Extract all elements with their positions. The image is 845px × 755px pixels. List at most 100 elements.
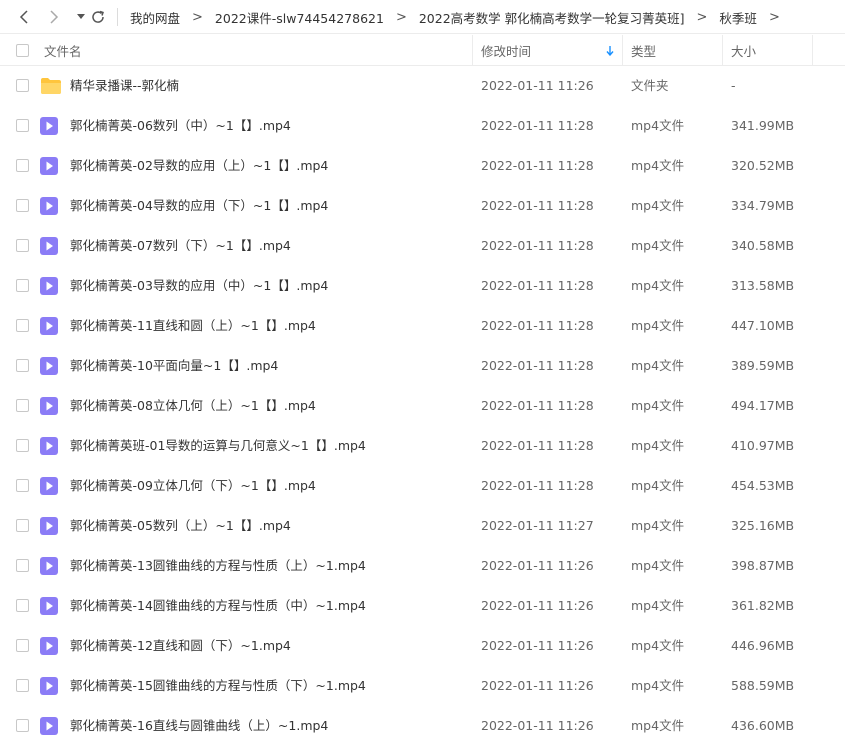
file-row[interactable]: 郭化楠菁英-05数列（上）~1【】.mp4 2022-01-11 11:27 mp4… — [0, 506, 845, 546]
file-row[interactable]: 郭化楠菁英-12直线和圆（下）~1.mp4 2022-01-11 11:26 mp4… — [0, 626, 845, 666]
file-name[interactable]: 郭化楠菁英-03导数的应用（中）~1【】.mp4 — [70, 266, 328, 306]
file-name[interactable]: 郭化楠菁英-12直线和圆（下）~1.mp4 — [70, 626, 291, 666]
video-file-icon — [40, 557, 58, 578]
file-size: 398.87MB — [731, 558, 795, 573]
breadcrumb-item-autumn-class[interactable]: 秋季班 — [719, 8, 757, 27]
refresh-button[interactable] — [87, 6, 109, 28]
file-modified-time: 2022-01-11 11:27 — [481, 518, 594, 533]
file-name[interactable]: 郭化楠菁英班-01导数的运算与几何意义~1【】.mp4 — [70, 426, 366, 466]
file-row[interactable]: 郭化楠菁英-15圆锥曲线的方程与性质（下）~1.mp4 2022-01-11 11… — [0, 666, 845, 706]
column-modified-header[interactable]: 修改时间 — [481, 35, 531, 66]
file-name[interactable]: 郭化楠菁英-13圆锥曲线的方程与性质（上）~1.mp4 — [70, 546, 366, 586]
breadcrumb-separator: > — [696, 9, 708, 25]
file-name[interactable]: 郭化楠菁英-05数列（上）~1【】.mp4 — [70, 506, 291, 546]
column-divider — [472, 35, 473, 66]
file-size: 340.58MB — [731, 238, 795, 253]
file-row[interactable]: 郭化楠菁英-06数列（中）~1【】.mp4 2022-01-11 11:28 mp4… — [0, 106, 845, 146]
file-row[interactable]: 郭化楠菁英班-01导数的运算与几何意义~1【】.mp4 2022-01-11 11… — [0, 426, 845, 466]
file-row[interactable]: 郭化楠菁英-08立体几何（上）~1【】.mp4 2022-01-11 11:28 m… — [0, 386, 845, 426]
file-name[interactable]: 郭化楠菁英-04导数的应用（下）~1【】.mp4 — [70, 186, 328, 226]
file-size: 436.60MB — [731, 718, 795, 733]
file-name[interactable]: 郭化楠菁英-15圆锥曲线的方程与性质（下）~1.mp4 — [70, 666, 366, 706]
row-checkbox[interactable] — [16, 519, 29, 532]
sort-arrow-down-icon[interactable] — [606, 35, 614, 66]
row-checkbox[interactable] — [16, 359, 29, 372]
file-row[interactable]: 郭化楠菁英-10平面向量~1【】.mp4 2022-01-11 11:28 mp4文… — [0, 346, 845, 386]
file-name[interactable]: 精华录播课--郭化楠 — [70, 66, 179, 106]
video-file-icon — [40, 597, 58, 618]
file-modified-time: 2022-01-11 11:28 — [481, 478, 594, 493]
file-size: 325.16MB — [731, 518, 795, 533]
file-modified-time: 2022-01-11 11:28 — [481, 198, 594, 213]
column-divider — [622, 35, 623, 66]
file-name[interactable]: 郭化楠菁英-14圆锥曲线的方程与性质（中）~1.mp4 — [70, 586, 366, 626]
file-modified-time: 2022-01-11 11:28 — [481, 438, 594, 453]
file-name[interactable]: 郭化楠菁英-02导数的应用（上）~1【】.mp4 — [70, 146, 328, 186]
file-modified-time: 2022-01-11 11:28 — [481, 118, 594, 133]
forward-button[interactable] — [42, 6, 64, 28]
file-type: mp4文件 — [631, 278, 685, 293]
row-checkbox[interactable] — [16, 639, 29, 652]
column-divider — [722, 35, 723, 66]
column-type-header[interactable]: 类型 — [631, 35, 656, 66]
file-name[interactable]: 郭化楠菁英-07数列（下）~1【】.mp4 — [70, 226, 291, 266]
column-size-header[interactable]: 大小 — [731, 35, 756, 66]
column-name-header[interactable]: 文件名 — [44, 35, 82, 66]
video-file-icon — [40, 397, 58, 418]
file-row[interactable]: 郭化楠菁英-14圆锥曲线的方程与性质（中）~1.mp4 2022-01-11 11… — [0, 586, 845, 626]
row-checkbox[interactable] — [16, 239, 29, 252]
row-checkbox[interactable] — [16, 159, 29, 172]
video-file-icon — [40, 637, 58, 658]
row-checkbox[interactable] — [16, 679, 29, 692]
file-name[interactable]: 郭化楠菁英-10平面向量~1【】.mp4 — [70, 346, 278, 386]
file-size: 361.82MB — [731, 598, 795, 613]
file-type: mp4文件 — [631, 518, 685, 533]
file-row[interactable]: 郭化楠菁英-11直线和圆（上）~1【】.mp4 2022-01-11 11:28 m… — [0, 306, 845, 346]
row-checkbox[interactable] — [16, 559, 29, 572]
file-name[interactable]: 郭化楠菁英-09立体几何（下）~1【】.mp4 — [70, 466, 316, 506]
file-row[interactable]: 精华录播课--郭化楠 2022-01-11 11:26 文件夹 - — [0, 66, 845, 106]
file-size: 446.96MB — [731, 638, 795, 653]
folder-icon — [40, 77, 62, 98]
row-checkbox[interactable] — [16, 279, 29, 292]
row-checkbox[interactable] — [16, 119, 29, 132]
row-checkbox[interactable] — [16, 79, 29, 92]
file-type: mp4文件 — [631, 238, 685, 253]
row-checkbox[interactable] — [16, 319, 29, 332]
breadcrumb-item-courseware[interactable]: 2022课件-slw74454278621 — [215, 8, 384, 27]
file-name[interactable]: 郭化楠菁英-11直线和圆（上）~1【】.mp4 — [70, 306, 316, 346]
row-checkbox[interactable] — [16, 199, 29, 212]
file-name[interactable]: 郭化楠菁英-08立体几何（上）~1【】.mp4 — [70, 386, 316, 426]
file-type: mp4文件 — [631, 638, 685, 653]
file-row[interactable]: 郭化楠菁英-02导数的应用（上）~1【】.mp4 2022-01-11 11:28… — [0, 146, 845, 186]
file-type: mp4文件 — [631, 198, 685, 213]
row-checkbox[interactable] — [16, 719, 29, 732]
file-row[interactable]: 郭化楠菁英-16直线与圆锥曲线（上）~1.mp4 2022-01-11 11:26… — [0, 706, 845, 746]
select-all-checkbox[interactable] — [16, 44, 29, 57]
file-row[interactable]: 郭化楠菁英-13圆锥曲线的方程与性质（上）~1.mp4 2022-01-11 11… — [0, 546, 845, 586]
video-file-icon — [40, 717, 58, 738]
row-checkbox[interactable] — [16, 399, 29, 412]
file-modified-time: 2022-01-11 11:26 — [481, 638, 594, 653]
file-name[interactable]: 郭化楠菁英-06数列（中）~1【】.mp4 — [70, 106, 291, 146]
row-checkbox[interactable] — [16, 439, 29, 452]
file-modified-time: 2022-01-11 11:28 — [481, 238, 594, 253]
caret-down-icon — [77, 14, 85, 19]
file-modified-time: 2022-01-11 11:26 — [481, 678, 594, 693]
file-modified-time: 2022-01-11 11:28 — [481, 318, 594, 333]
file-row[interactable]: 郭化楠菁英-07数列（下）~1【】.mp4 2022-01-11 11:28 mp4… — [0, 226, 845, 266]
file-row[interactable]: 郭化楠菁英-09立体几何（下）~1【】.mp4 2022-01-11 11:28 m… — [0, 466, 845, 506]
row-checkbox[interactable] — [16, 479, 29, 492]
file-row[interactable]: 郭化楠菁英-04导数的应用（下）~1【】.mp4 2022-01-11 11:28… — [0, 186, 845, 226]
file-type: mp4文件 — [631, 478, 685, 493]
file-row[interactable]: 郭化楠菁英-03导数的应用（中）~1【】.mp4 2022-01-11 11:28… — [0, 266, 845, 306]
breadcrumb-item-root[interactable]: 我的网盘 — [130, 8, 180, 27]
file-size: 320.52MB — [731, 158, 795, 173]
back-button[interactable] — [14, 6, 36, 28]
breadcrumb-item-math-course[interactable]: 2022高考数学 郭化楠高考数学一轮复习菁英班] — [419, 8, 685, 27]
breadcrumb-separator: > — [192, 9, 203, 25]
file-size: - — [731, 78, 736, 93]
file-name[interactable]: 郭化楠菁英-16直线与圆锥曲线（上）~1.mp4 — [70, 706, 328, 746]
row-checkbox[interactable] — [16, 599, 29, 612]
file-modified-time: 2022-01-11 11:26 — [481, 598, 594, 613]
